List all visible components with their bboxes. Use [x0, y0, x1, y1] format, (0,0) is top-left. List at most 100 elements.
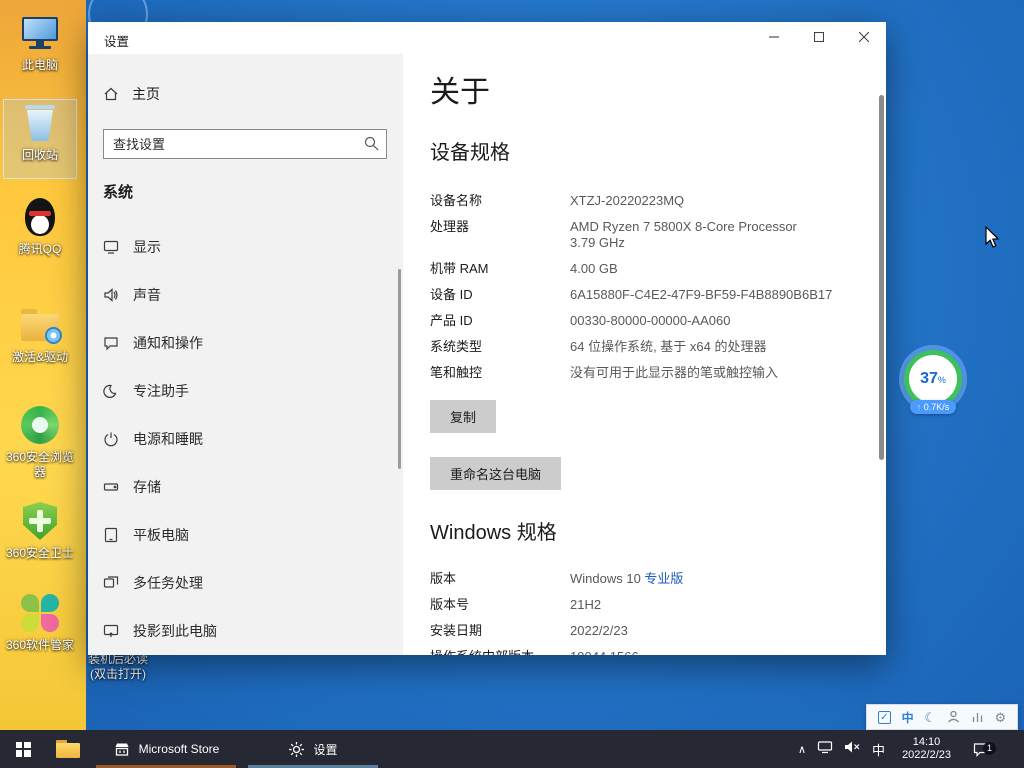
windows-spec-heading: Windows 规格	[430, 520, 886, 546]
search-icon	[364, 136, 379, 151]
spec-label: 安装日期	[430, 623, 570, 639]
projecting-icon	[103, 623, 119, 639]
file-explorer-button[interactable]	[46, 730, 90, 768]
desktop-icon-label: 360安全浏览器	[2, 450, 78, 480]
focus-assist-icon	[103, 383, 119, 399]
spec-value: 64 位操作系统, 基于 x64 的处理器	[570, 339, 886, 355]
check-tray-icon[interactable]: ✓	[878, 711, 891, 724]
desktop-icon-label: 激活&驱动	[12, 350, 68, 365]
folder-icon	[56, 740, 80, 758]
storage-icon	[103, 479, 119, 495]
spec-label: 笔和触控	[430, 365, 570, 381]
close-button[interactable]	[841, 22, 886, 52]
action-center-button[interactable]: 1	[968, 741, 998, 758]
desktop-icon-360-safeguard[interactable]: 360安全卫士	[2, 500, 78, 561]
sidebar-item-power-sleep[interactable]: 电源和睡眠	[88, 419, 403, 459]
volume-muted-icon[interactable]	[844, 740, 861, 759]
copy-button[interactable]: 复制	[430, 400, 496, 433]
desktop-icon-recycle-bin[interactable]: 回收站	[2, 102, 78, 163]
store-label: Microsoft Store	[139, 742, 220, 756]
microsoft-store-button[interactable]: Microsoft Store	[90, 730, 242, 768]
qq-penguin-icon	[19, 196, 61, 238]
spec-label: 处理器	[430, 219, 570, 251]
this-pc-icon	[19, 12, 61, 54]
sidebar-item-home[interactable]: 主页	[103, 84, 160, 104]
speed-value: 0.7K/s	[924, 402, 950, 412]
desktop-icon-label: 360安全卫士	[6, 546, 74, 561]
spec-value: Windows 10 专业版	[570, 571, 886, 587]
desktop-icon-label: 腾讯QQ	[19, 242, 62, 257]
desktop-icon-360-browser[interactable]: 360安全浏览器	[2, 404, 78, 480]
spec-label: 版本号	[430, 597, 570, 613]
spec-value: 2022/2/23	[570, 623, 886, 639]
network-tray-icon[interactable]	[817, 740, 833, 759]
sidebar-item-sound[interactable]: 声音	[88, 275, 403, 315]
content-scrollbar[interactable]	[879, 95, 884, 460]
nav-label: 通知和操作	[133, 333, 203, 353]
taskbar-clock[interactable]: 14:10 2022/2/23	[896, 736, 957, 762]
show-hidden-icons-chevron[interactable]: ∧	[798, 743, 806, 756]
search-input[interactable]	[103, 129, 387, 159]
spec-value: AMD Ryzen 7 5800X 8-Core Processor 3.79 …	[570, 219, 886, 251]
spec-row: 系统类型 64 位操作系统, 基于 x64 的处理器	[430, 334, 886, 360]
sidebar-scrollbar[interactable]	[398, 269, 401, 469]
ime-tray-icon[interactable]: 中	[902, 709, 914, 726]
sidebar-item-focus-assist[interactable]: 专注助手	[88, 371, 403, 411]
settings-content: 关于 设备规格 设备名称 XTZJ-20220223MQ 处理器 AMD Ryz…	[403, 54, 886, 655]
folder-icon	[19, 304, 61, 346]
percent-unit: %	[938, 375, 946, 385]
desktop-icon-label: 回收站	[22, 148, 58, 163]
sidebar-section-system: 系统	[103, 181, 133, 202]
start-button[interactable]	[0, 730, 46, 768]
desktop-icon-tencent-qq[interactable]: 腾讯QQ	[2, 196, 78, 257]
home-label: 主页	[132, 84, 160, 104]
spec-row: 安装日期 2022/2/23	[430, 618, 886, 644]
sidebar-item-tablet[interactable]: 平板电脑	[88, 515, 403, 555]
desktop-icon-activation-driver[interactable]: 激活&驱动	[2, 304, 78, 365]
sidebar-item-notifications[interactable]: 通知和操作	[88, 323, 403, 363]
taskbar-settings-label: 设置	[313, 741, 337, 758]
spec-label: 版本	[430, 571, 570, 587]
sidebar-item-display[interactable]: 显示	[88, 227, 403, 267]
sidebar-item-multitasking[interactable]: 多任务处理	[88, 563, 403, 603]
moon-tray-icon[interactable]: ☾	[924, 711, 936, 724]
spec-value: 21H2	[570, 597, 886, 613]
person-tray-icon[interactable]	[947, 710, 960, 725]
store-icon	[113, 740, 131, 758]
sidebar-item-storage[interactable]: 存储	[88, 467, 403, 507]
notifications-icon	[103, 335, 119, 351]
desktop-icon-this-pc[interactable]: 此电脑	[2, 12, 78, 73]
nav-label: 声音	[133, 285, 161, 305]
spec-row: 设备名称 XTZJ-20220223MQ	[430, 188, 886, 214]
window-titlebar[interactable]: 设置	[88, 22, 886, 54]
spec-row: 版本号 21H2	[430, 592, 886, 618]
spec-label: 操作系统内部版本	[430, 649, 570, 655]
spec-row: 版本 Windows 10 专业版	[430, 566, 886, 592]
desktop-icon-360-software-manager[interactable]: 360软件管家	[2, 592, 78, 653]
taskbar-settings-button[interactable]: 设置	[242, 730, 384, 768]
taskbar-empty-area[interactable]	[384, 730, 798, 768]
desktop-icon-label: 此电脑	[22, 58, 58, 73]
nav-label: 电源和睡眠	[133, 429, 203, 449]
desktop-icon-readme[interactable]: 装机后必读(双击打开)	[84, 652, 152, 682]
notification-badge: 1	[983, 742, 996, 755]
spec-row: 机带 RAM 4.00 GB	[430, 256, 886, 282]
spec-row: 处理器 AMD Ryzen 7 5800X 8-Core Processor 3…	[430, 214, 886, 256]
spec-row: 产品 ID 00330-80000-00000-AA060	[430, 308, 886, 334]
settings-sidebar: 主页 系统 显示 声音 通知和操作 专注助手 电源和睡眠	[88, 54, 403, 655]
minimize-button[interactable]	[751, 22, 796, 52]
ime-indicator[interactable]: 中	[872, 740, 885, 759]
maximize-button[interactable]	[796, 22, 841, 52]
speed-float-widget[interactable]: 37% ↑ 0.7K/s	[903, 350, 963, 414]
spec-label: 系统类型	[430, 339, 570, 355]
tray-overflow-popup: ✓ 中 ☾ ⚙	[866, 704, 1018, 730]
sidebar-item-projecting[interactable]: 投影到此电脑	[88, 611, 403, 651]
rename-pc-button[interactable]: 重命名这台电脑	[430, 457, 561, 490]
page-title: 关于	[430, 72, 886, 114]
gear-tray-icon[interactable]: ⚙	[994, 711, 1006, 724]
device-spec-table: 设备名称 XTZJ-20220223MQ 处理器 AMD Ryzen 7 580…	[430, 188, 886, 386]
spec-label: 机带 RAM	[430, 261, 570, 277]
spec-value: 6A15880F-C4E2-47F9-BF59-F4B8890B6B17	[570, 287, 886, 303]
edition-value: 专业版	[644, 571, 683, 586]
stats-tray-icon[interactable]	[971, 710, 984, 725]
